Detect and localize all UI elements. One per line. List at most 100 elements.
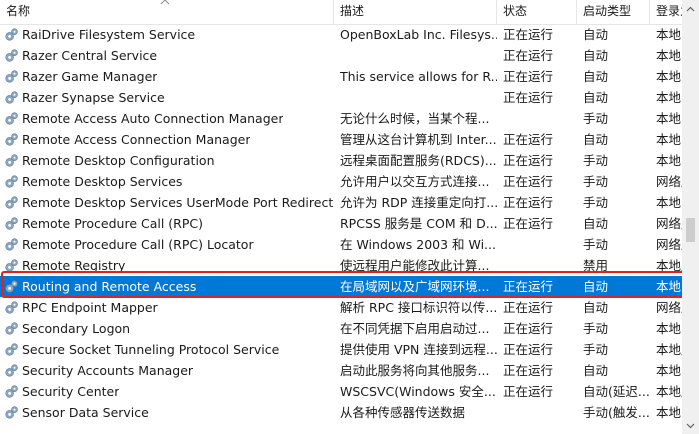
service-startup-type: 手动: [583, 195, 609, 210]
service-description: 使远程用户能修改此计算...: [340, 258, 490, 273]
service-name: Razer Synapse Service: [22, 90, 165, 105]
service-row[interactable]: Razer Game Manager This service allows fo…: [0, 66, 682, 87]
column-header-status[interactable]: 状态: [497, 0, 577, 24]
column-name-label: 名称: [6, 4, 31, 18]
service-row[interactable]: Remote Access Connection Manager 管理从这台计算机…: [0, 129, 682, 150]
service-gear-icon: [5, 154, 18, 167]
service-status: 正在运行: [503, 342, 554, 357]
service-gear-icon: [5, 133, 18, 146]
service-gear-icon: [5, 112, 18, 125]
service-startup-type: 手动: [583, 174, 609, 189]
service-name-cell: Security Center: [0, 381, 334, 402]
service-description: 启动此服务将向其他服务...: [340, 363, 490, 378]
service-name: Sensor Data Service: [22, 405, 149, 420]
service-gear-icon: [5, 91, 18, 104]
service-status: 正在运行: [503, 27, 554, 42]
service-name-cell: Remote Procedure Call (RPC): [0, 213, 334, 234]
column-startup-type-label: 启动类型: [583, 4, 632, 18]
service-status: 正在运行: [503, 384, 554, 399]
service-description: 解析 RPC 接口标识符以传...: [340, 300, 497, 315]
service-row[interactable]: Remote Registry 使远程用户能修改此计算... 禁用 本地服务: [0, 255, 682, 276]
service-name: Security Accounts Manager: [22, 363, 194, 378]
service-startup-type: 手动: [583, 321, 609, 336]
service-description: 无论什么时候，当某个程...: [340, 111, 490, 126]
service-row[interactable]: Remote Desktop Services UserMode Port Re…: [0, 192, 682, 213]
service-row-selected[interactable]: Routing and Remote Access 在局域网以及广域网环境... 正…: [0, 276, 682, 297]
service-gear-icon: [5, 322, 18, 335]
service-log-on-as: 网络服务: [656, 237, 682, 252]
service-log-on-as: 本地服务: [656, 258, 682, 273]
vertical-scrollbar[interactable]: [682, 0, 699, 434]
service-name-cell: Remote Desktop Services: [0, 171, 334, 192]
service-status: 正在运行: [503, 195, 554, 210]
service-description: RPCSS 服务是 COM 和 D...: [340, 216, 497, 231]
service-status: 正在运行: [503, 216, 554, 231]
service-row[interactable]: Security Center WSCSVC(Windows 安全... 正在运行 自…: [0, 381, 682, 402]
service-startup-type: 手动: [583, 153, 609, 168]
service-row[interactable]: Remote Procedure Call (RPC) Locator 在 Win…: [0, 234, 682, 255]
service-name-cell: Remote Access Auto Connection Manager: [0, 108, 334, 129]
column-header-name[interactable]: 名称: [0, 0, 334, 24]
service-name-cell: Routing and Remote Access: [0, 276, 334, 297]
service-log-on-as: 网络服务: [656, 174, 682, 189]
service-row[interactable]: Sensor Data Service 从各种传感器传送数据 手动(触发... 本地系…: [0, 402, 682, 423]
service-name: Security Center: [22, 384, 120, 399]
chevron-down-icon: [686, 423, 695, 428]
service-row[interactable]: Remote Access Auto Connection Manager 无论什…: [0, 108, 682, 129]
service-status: 正在运行: [503, 153, 554, 168]
scroll-thumb[interactable]: [686, 218, 695, 242]
service-status: 正在运行: [503, 69, 554, 84]
service-status: 正在运行: [503, 132, 554, 147]
service-description: 在局域网以及广域网环境...: [340, 279, 490, 294]
service-name: RPC Endpoint Mapper: [22, 300, 158, 315]
chevron-up-icon: [686, 6, 695, 11]
column-header-description[interactable]: 描述: [334, 0, 497, 24]
scroll-down-button[interactable]: [682, 417, 699, 434]
service-row[interactable]: Secure Socket Tunneling Protocol Service…: [0, 339, 682, 360]
column-description-label: 描述: [340, 4, 365, 18]
service-row[interactable]: Remote Desktop Configuration 远程桌面配置服务(RDC…: [0, 150, 682, 171]
service-row[interactable]: RaiDrive Filesystem Service OpenBoxLab In…: [0, 24, 682, 45]
service-gear-icon: [5, 385, 18, 398]
service-row[interactable]: RPC Endpoint Mapper 解析 RPC 接口标识符以传... 正在运行…: [0, 297, 682, 318]
scroll-up-button[interactable]: [682, 0, 699, 17]
column-header-log-on-as[interactable]: 登录为: [650, 0, 682, 24]
service-description: [334, 45, 497, 66]
service-startup-type: 自动: [583, 132, 609, 147]
service-row[interactable]: Security Accounts Manager 启动此服务将向其他服务... 正…: [0, 360, 682, 381]
service-startup-type: 手动(触发...: [583, 405, 650, 420]
service-gear-icon: [5, 259, 18, 272]
service-startup-type: 自动: [583, 69, 609, 84]
service-startup-type: 自动: [583, 300, 609, 315]
service-description: This service allows for R...: [340, 69, 497, 84]
service-name-cell: Razer Central Service: [0, 45, 334, 66]
service-startup-type: 自动(延迟...: [583, 384, 650, 399]
service-row[interactable]: Razer Central Service 正在运行 自动 本地系统: [0, 45, 682, 66]
service-status: 正在运行: [503, 321, 554, 336]
service-row[interactable]: Razer Synapse Service 正在运行 自动 本地系统: [0, 87, 682, 108]
service-name: Remote Procedure Call (RPC) Locator: [22, 237, 254, 252]
service-name-cell: Remote Registry: [0, 255, 334, 276]
column-header-startup-type[interactable]: 启动类型: [577, 0, 650, 24]
service-gear-icon: [5, 70, 18, 83]
column-status-label: 状态: [503, 4, 528, 18]
service-gear-icon: [5, 28, 18, 41]
service-log-on-as: 本地服务: [656, 384, 682, 399]
service-gear-icon: [5, 301, 18, 314]
service-row[interactable]: Secondary Logon 在不同凭据下启用启动过... 正在运行 手动 本地系统: [0, 318, 682, 339]
service-status: 正在运行: [503, 279, 554, 294]
service-name-cell: RPC Endpoint Mapper: [0, 297, 334, 318]
service-name: Razer Game Manager: [22, 69, 158, 84]
service-row[interactable]: Remote Desktop Services 允许用户以交互方式连接... 正在运…: [0, 171, 682, 192]
service-name: Remote Desktop Services: [22, 174, 183, 189]
service-description: 允许用户以交互方式连接...: [340, 174, 490, 189]
service-name: RaiDrive Filesystem Service: [22, 27, 196, 42]
service-log-on-as: 本地系统: [656, 132, 682, 147]
service-log-on-as: 本地系统: [656, 405, 682, 420]
service-name-cell: Secure Socket Tunneling Protocol Service: [0, 339, 334, 360]
service-name: Remote Access Auto Connection Manager: [22, 111, 284, 126]
service-row[interactable]: Remote Procedure Call (RPC) RPCSS 服务是 COM…: [0, 213, 682, 234]
service-name-cell: Security Accounts Manager: [0, 360, 334, 381]
service-description: 提供使用 VPN 连接到远程...: [340, 342, 497, 357]
service-description: 远程桌面配置服务(RDCS)...: [340, 153, 497, 168]
